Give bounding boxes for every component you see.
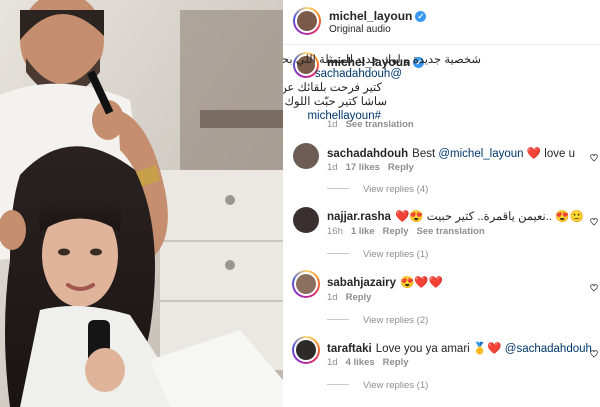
view-replies-button[interactable]: View replies (2) [327, 315, 428, 326]
replies-divider [327, 188, 349, 189]
view-replies-button[interactable]: View replies (4) [327, 184, 428, 195]
replies-divider [327, 384, 349, 385]
caption-time[interactable]: 1d [327, 119, 338, 130]
comment-meta: 16h 1 like Reply See translation [327, 226, 485, 237]
comment-meta: 1d Reply [327, 292, 371, 303]
view-replies-label[interactable]: View replies (4) [363, 184, 428, 195]
comment-body: taraftaki Love you ya amari 🥇❤️ @sachadah… [327, 341, 592, 355]
replies-divider [327, 319, 349, 320]
post-video[interactable] [0, 0, 283, 407]
comment-time[interactable]: 1d [327, 292, 338, 303]
comment-time[interactable]: 1d [327, 357, 338, 368]
commenter-username[interactable]: sachadahdouh [327, 148, 408, 160]
commenter-username[interactable]: taraftaki [327, 343, 372, 355]
commenter-avatar[interactable] [293, 207, 319, 233]
comment-likes[interactable]: 1 like [351, 226, 375, 237]
see-translation-link[interactable]: See translation [346, 119, 414, 130]
caption-line-4: ساشا كتير حبّت اللوك و انتو ؟؟!!! شو راي… [283, 96, 387, 108]
caption-meta: 1d See translation [327, 119, 414, 130]
comment-time[interactable]: 1d [327, 162, 338, 173]
comment-meta: 1d 17 likes Reply [327, 162, 414, 173]
like-heart-icon[interactable] [590, 279, 598, 292]
caption-line-1: شخصية جديدة و لوك جديد للممثلة اللي بحبه… [283, 54, 481, 66]
view-replies-label[interactable]: View replies (1) [363, 380, 428, 391]
post-panel: michel_layoun ✓ Original audio michel_lay… [283, 0, 600, 407]
salon-scene-image [0, 0, 283, 407]
post-header: michel_layoun ✓ Original audio [283, 0, 600, 45]
view-replies-label[interactable]: View replies (1) [363, 249, 428, 260]
see-translation-link[interactable]: See translation [417, 226, 485, 237]
comment-meta: 1d 4 likes Reply [327, 357, 409, 368]
comment-text: Best [412, 148, 436, 160]
comment-text: 😍❤️❤️ [400, 277, 444, 289]
like-heart-icon[interactable] [590, 213, 598, 226]
commenter-avatar[interactable] [292, 336, 320, 364]
comment-tail: ❤️ love u [526, 148, 575, 160]
author-username-text[interactable]: michel_layoun [329, 9, 412, 23]
replies-divider [327, 253, 349, 254]
comment-mention[interactable]: @sachadahdouh [505, 343, 592, 355]
comment-body: najjar.rasha ❤️😍 نعيمن ياقمرة.. كتير حبيت… [327, 209, 584, 223]
comment-body: sabahjazairy 😍❤️❤️ [327, 275, 443, 289]
view-replies-button[interactable]: View replies (1) [327, 249, 428, 260]
original-audio-link[interactable]: Original audio [329, 24, 391, 35]
comment-mention[interactable]: @michel_layoun [438, 148, 523, 160]
commenter-username[interactable]: sabahjazairy [327, 277, 396, 289]
caption-line-3: كتير فرحت بلقائك عن قرب ❤️ [283, 82, 382, 94]
like-heart-icon[interactable] [590, 345, 598, 358]
like-heart-icon[interactable] [590, 149, 598, 162]
caption-mention[interactable]: @sachadahdouh [315, 68, 402, 81]
view-replies-label[interactable]: View replies (2) [363, 315, 428, 326]
reply-button[interactable]: Reply [388, 162, 414, 173]
view-replies-button[interactable]: View replies (1) [327, 380, 428, 391]
commenter-avatar[interactable] [293, 143, 319, 169]
reply-button[interactable]: Reply [346, 292, 372, 303]
commenter-username[interactable]: najjar.rasha [327, 211, 391, 223]
reply-button[interactable]: Reply [383, 226, 409, 237]
author-avatar[interactable] [293, 7, 321, 35]
reply-button[interactable]: Reply [383, 357, 409, 368]
comment-text: Love you ya amari 🥇❤️ [375, 343, 502, 355]
comment-body: sachadahdouh Best @michel_layoun ❤️ love … [327, 146, 575, 160]
comment-time[interactable]: 16h [327, 226, 343, 237]
comment-likes[interactable]: 4 likes [346, 357, 375, 368]
comment-text: ❤️😍 نعيمن ياقمرة.. كتير حبيت.. 😍🙂 [394, 211, 584, 223]
verified-icon: ✓ [415, 11, 427, 22]
commenter-avatar[interactable] [292, 270, 320, 298]
author-username[interactable]: michel_layoun ✓ [329, 9, 427, 23]
comment-likes[interactable]: 17 likes [346, 162, 380, 173]
